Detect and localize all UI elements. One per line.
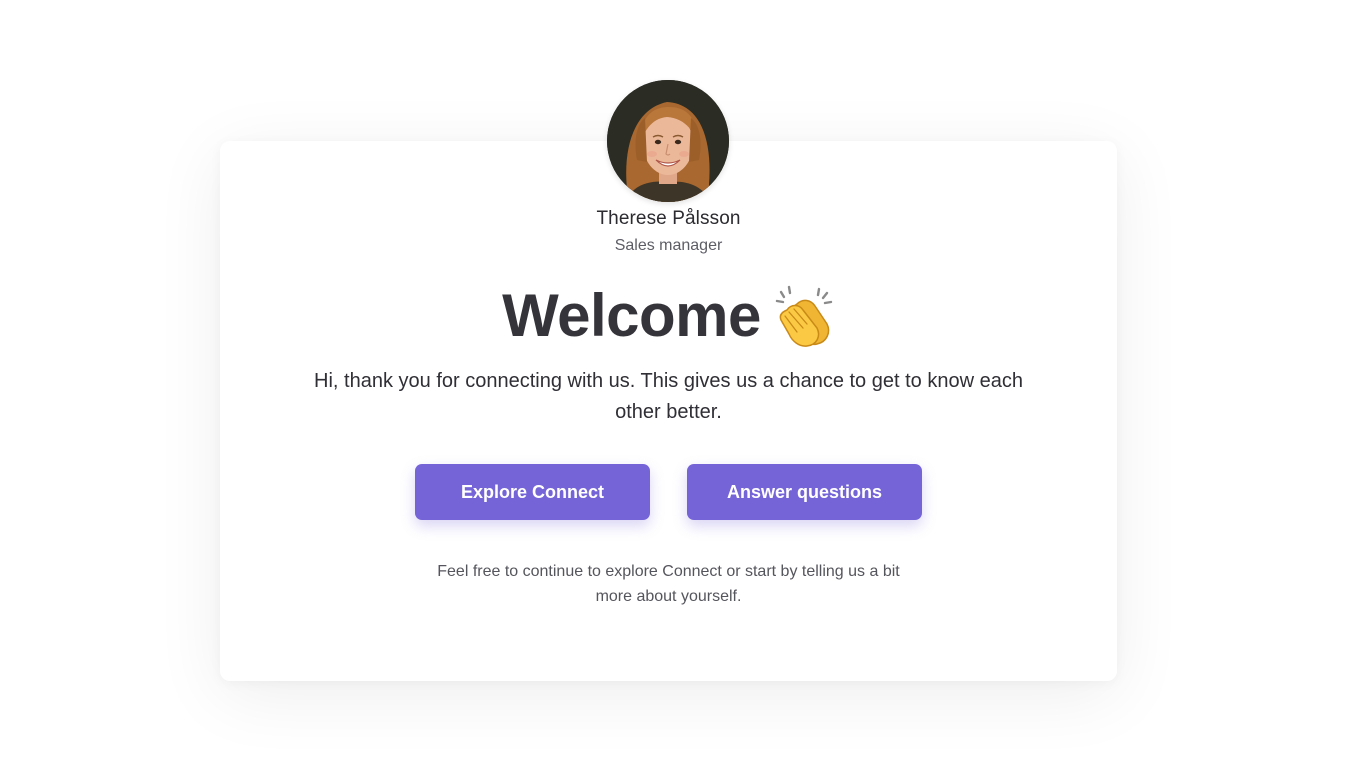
profile-role: Sales manager: [614, 237, 723, 254]
explore-connect-button[interactable]: Explore Connect: [415, 464, 650, 520]
answer-questions-button[interactable]: Answer questions: [687, 464, 922, 520]
profile-name: Therese Pålsson: [596, 208, 741, 229]
avatar: [607, 80, 729, 202]
welcome-title: Welcome: [502, 282, 761, 349]
welcome-heading-row: Welcome: [220, 280, 1117, 352]
welcome-message: Hi, thank you for connecting with us. Th…: [314, 370, 1023, 423]
avatar-photo: [607, 80, 729, 202]
clapping-hands-icon: [775, 284, 835, 348]
welcome-screen: Therese Pålsson Sales manager Welcome Hi…: [0, 0, 1362, 766]
hint-text: Feel free to continue to explore Connect…: [437, 563, 900, 605]
